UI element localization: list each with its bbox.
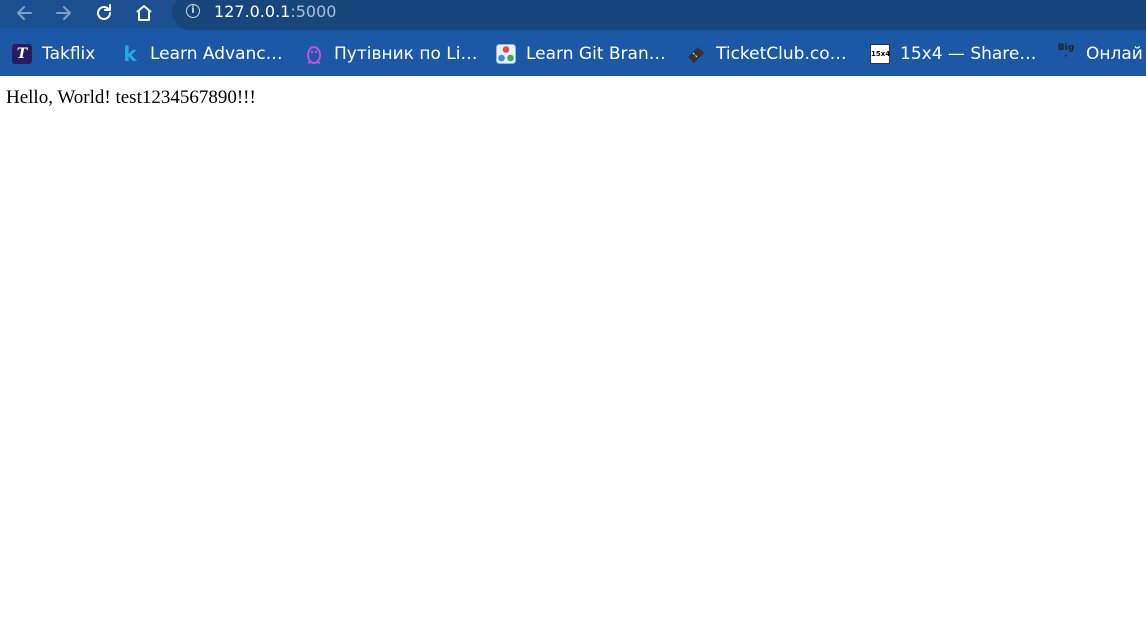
home-button[interactable] (130, 0, 158, 26)
git-icon (496, 44, 516, 64)
bookmark-label: TicketClub.co… (716, 44, 847, 64)
url-host: 127.0.0.1 (214, 2, 291, 21)
bookmark-label: Learn Git Bran… (526, 44, 666, 64)
bookmark-learn-advanced[interactable]: k Learn Advanc… (120, 41, 283, 67)
ticket-icon (686, 44, 706, 64)
page-body-text: Hello, World! test1234567890!!! (6, 87, 256, 108)
bookmark-linux-guide[interactable]: Путівник по Li… (304, 41, 477, 67)
bookmark-label: Learn Advanc… (150, 44, 283, 64)
reload-icon (97, 4, 111, 20)
browser-toolbar: i 127.0.0.1:5000 (0, 0, 1146, 30)
bookmarks-bar: T Takflix k Learn Advanc… Путівник по Li… (0, 32, 1146, 76)
takflix-icon: T (12, 44, 32, 64)
browser-chrome: i 127.0.0.1:5000 T Takflix k Learn Advan… (0, 0, 1146, 76)
15x4-icon: 15x4 (870, 44, 890, 64)
bookmark-learn-git-branching[interactable]: Learn Git Bran… (496, 41, 666, 67)
forward-button[interactable] (50, 0, 78, 26)
bookmark-online[interactable]: Big · Онлай (1056, 41, 1143, 67)
back-button[interactable] (10, 0, 38, 26)
bookmark-ticketclub[interactable]: TicketClub.co… (686, 41, 847, 67)
big-short-icon: Big · (1057, 43, 1075, 62)
penguin-icon (304, 44, 324, 64)
bookmark-label: 15x4 — Share… (900, 44, 1037, 64)
bookmark-label: Путівник по Li… (334, 44, 478, 64)
site-info-icon[interactable]: i (186, 4, 200, 18)
url-text[interactable]: 127.0.0.1:5000 (214, 2, 336, 21)
k-icon: k (123, 42, 137, 66)
page-content: Hello, World! test1234567890!!! (0, 76, 1146, 642)
arrow-right-icon (56, 6, 71, 20)
bookmark-takflix[interactable]: T Takflix (12, 41, 95, 67)
bookmark-label: Онлай (1086, 44, 1143, 64)
reload-button[interactable] (90, 0, 118, 26)
arrow-left-icon (17, 6, 32, 20)
home-icon (136, 5, 152, 21)
bookmark-15x4[interactable]: 15x4 15x4 — Share… (870, 41, 1036, 67)
bookmark-label: Takflix (42, 44, 96, 64)
url-port: :5000 (290, 2, 337, 21)
